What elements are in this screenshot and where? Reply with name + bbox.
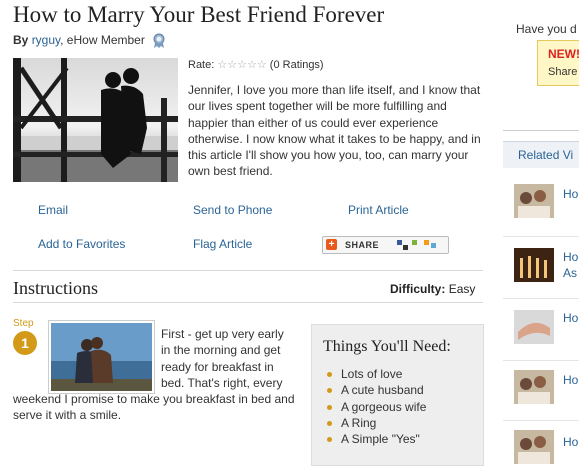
step-text-continued: weekend I promise to make you breakfast … <box>13 392 295 423</box>
send-to-phone-link[interactable]: Send to Phone <box>193 203 272 217</box>
related-video-title[interactable]: Ho <box>563 186 578 202</box>
rate-label: Rate: <box>188 59 215 71</box>
step-number-badge: 1 <box>13 331 37 355</box>
email-link[interactable]: Email <box>38 203 68 217</box>
stumble-icon <box>431 243 436 248</box>
ratings-count: (0 Ratings) <box>269 59 324 71</box>
related-video-title[interactable]: As <box>563 265 577 281</box>
video-thumbnail[interactable] <box>514 184 554 218</box>
divider <box>503 236 579 237</box>
plus-icon: + <box>326 239 337 250</box>
difficulty: Difficulty: Easy <box>390 282 475 296</box>
by-label: By <box>13 33 29 48</box>
divider <box>13 270 483 271</box>
related-video-title[interactable]: Ho <box>563 310 578 326</box>
star-icon[interactable]: ☆ <box>217 59 227 71</box>
divider <box>503 360 579 361</box>
step-photo <box>48 320 155 394</box>
difficulty-value: Easy <box>448 282 476 296</box>
facebook-icon <box>397 240 402 245</box>
things-needed-heading: Things You'll Need: <box>323 338 451 355</box>
star-icon[interactable]: ☆ <box>257 59 267 71</box>
divider <box>503 298 579 299</box>
star-icon[interactable]: ☆ <box>227 59 237 71</box>
step-label: Step <box>13 318 34 329</box>
delicious-icon <box>412 240 417 245</box>
promo-share: Share <box>548 66 578 78</box>
related-videos-header[interactable]: Related Vi <box>503 141 579 168</box>
member-badge-icon <box>153 33 165 48</box>
list-item: A cute husband <box>323 382 426 398</box>
article-photo <box>13 58 178 182</box>
article-title: How to Marry Your Best Friend Forever <box>13 2 385 27</box>
related-video-title[interactable]: Ho <box>563 249 578 265</box>
video-thumbnail[interactable] <box>514 310 554 344</box>
things-needed-list: Lots of love A cute husband A gorgeous w… <box>323 366 426 447</box>
step-image <box>51 323 152 391</box>
things-needed-box: Things You'll Need: Lots of love A cute … <box>311 324 484 466</box>
star-icon[interactable]: ☆ <box>247 59 257 71</box>
related-videos-heading: Related Vi <box>518 148 574 162</box>
related-video-title[interactable]: Ho <box>563 372 578 388</box>
related-video-title[interactable]: Ho <box>563 434 578 450</box>
rail-question: Have you d <box>516 22 577 36</box>
list-item: A Simple "Yes" <box>323 431 426 447</box>
divider <box>503 130 579 131</box>
video-thumbnail[interactable] <box>514 370 554 404</box>
star-icon[interactable]: ☆ <box>237 59 247 71</box>
byline: By ryguy, eHow Member <box>13 33 167 49</box>
promo-box[interactable]: NEW! Share <box>537 40 579 86</box>
divider <box>503 420 579 421</box>
difficulty-label: Difficulty: <box>390 282 446 296</box>
divider <box>13 302 483 303</box>
digg-icon <box>424 240 429 245</box>
instructions-heading: Instructions <box>13 278 98 298</box>
add-to-favorites-link[interactable]: Add to Favorites <box>38 237 125 251</box>
bookmark-icon <box>403 245 408 250</box>
rating: Rate: ☆☆☆☆☆ (0 Ratings) <box>188 58 324 71</box>
list-item: Lots of love <box>323 366 426 382</box>
rating-stars[interactable]: ☆☆☆☆☆ <box>217 59 269 71</box>
share-label: SHARE <box>345 240 380 250</box>
author-role: , eHow Member <box>60 33 145 48</box>
flag-article-link[interactable]: Flag Article <box>193 237 252 251</box>
list-item: A Ring <box>323 415 426 431</box>
video-thumbnail[interactable] <box>514 430 554 464</box>
print-article-link[interactable]: Print Article <box>348 203 409 217</box>
step-text: First - get up very early in the morning… <box>161 327 284 390</box>
article-intro: Jennifer, I love you more than life itse… <box>188 83 481 179</box>
share-button[interactable]: + SHARE <box>322 236 449 254</box>
list-item: A gorgeous wife <box>323 399 426 415</box>
video-thumbnail[interactable] <box>514 248 554 282</box>
promo-new: NEW! <box>548 47 579 61</box>
author-link[interactable]: ryguy <box>32 33 60 47</box>
